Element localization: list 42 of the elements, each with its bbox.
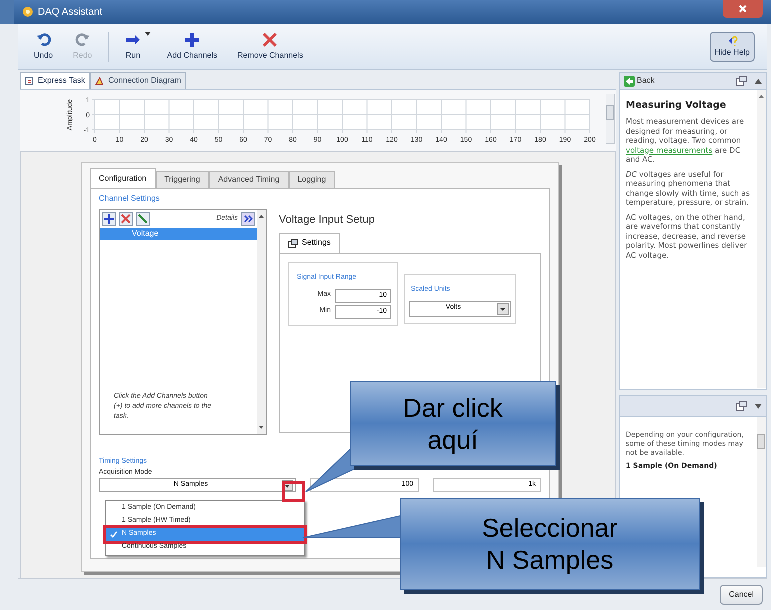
back-arrow-icon (624, 76, 635, 86)
config-tab[interactable]: Logging (288, 171, 336, 188)
toolbar-button[interactable]: Remove Channels (234, 32, 308, 62)
toolbar-button[interactable]: Undo (30, 32, 58, 62)
window-icon (736, 76, 747, 86)
config-tab[interactable]: Configuration (90, 168, 156, 188)
group-title: Channel Settings (99, 193, 161, 205)
window-icon (736, 401, 747, 411)
redo-icon (74, 32, 91, 48)
tool-button[interactable] (102, 212, 116, 226)
add-icon (184, 32, 200, 48)
view-tab[interactable]: Connection Diagram (90, 72, 186, 89)
checkmark-icon (110, 531, 118, 538)
window-title: DAQ Assistant (38, 6, 102, 20)
back-button[interactable]: Back (624, 75, 655, 87)
remove-icon (262, 32, 278, 48)
close-icon (739, 5, 747, 13)
undo-icon (36, 32, 52, 48)
section-title: Voltage Input Setup (279, 213, 376, 228)
double-chevron-icon (244, 215, 252, 223)
remove-icon (120, 213, 132, 225)
app-icon (22, 6, 34, 18)
caret-icon (755, 78, 762, 84)
highlight-frame (282, 481, 305, 502)
document-icon (25, 76, 34, 86)
help-title: Measuring Voltage (626, 100, 728, 112)
tool-button[interactable] (119, 212, 133, 226)
toolbar-button[interactable]: Add Channels (163, 32, 222, 62)
caret-icon (145, 32, 152, 36)
details-button[interactable] (241, 212, 255, 226)
close-button[interactable] (723, 0, 763, 18)
toolbar-button[interactable]: Run (121, 32, 146, 62)
settings-tab[interactable]: Settings (279, 232, 340, 252)
view-tab[interactable]: Express Task (20, 72, 90, 89)
hide-help-button[interactable]: Hide Help (710, 32, 755, 62)
add-icon (103, 213, 115, 225)
caret-icon (755, 404, 762, 408)
diagram-icon (95, 76, 104, 86)
window-icon (288, 238, 298, 248)
config-tab[interactable]: Advanced Timing (209, 171, 289, 188)
cancel-button[interactable]: Cancel (720, 585, 763, 605)
config-tab[interactable]: Triggering (156, 171, 210, 188)
